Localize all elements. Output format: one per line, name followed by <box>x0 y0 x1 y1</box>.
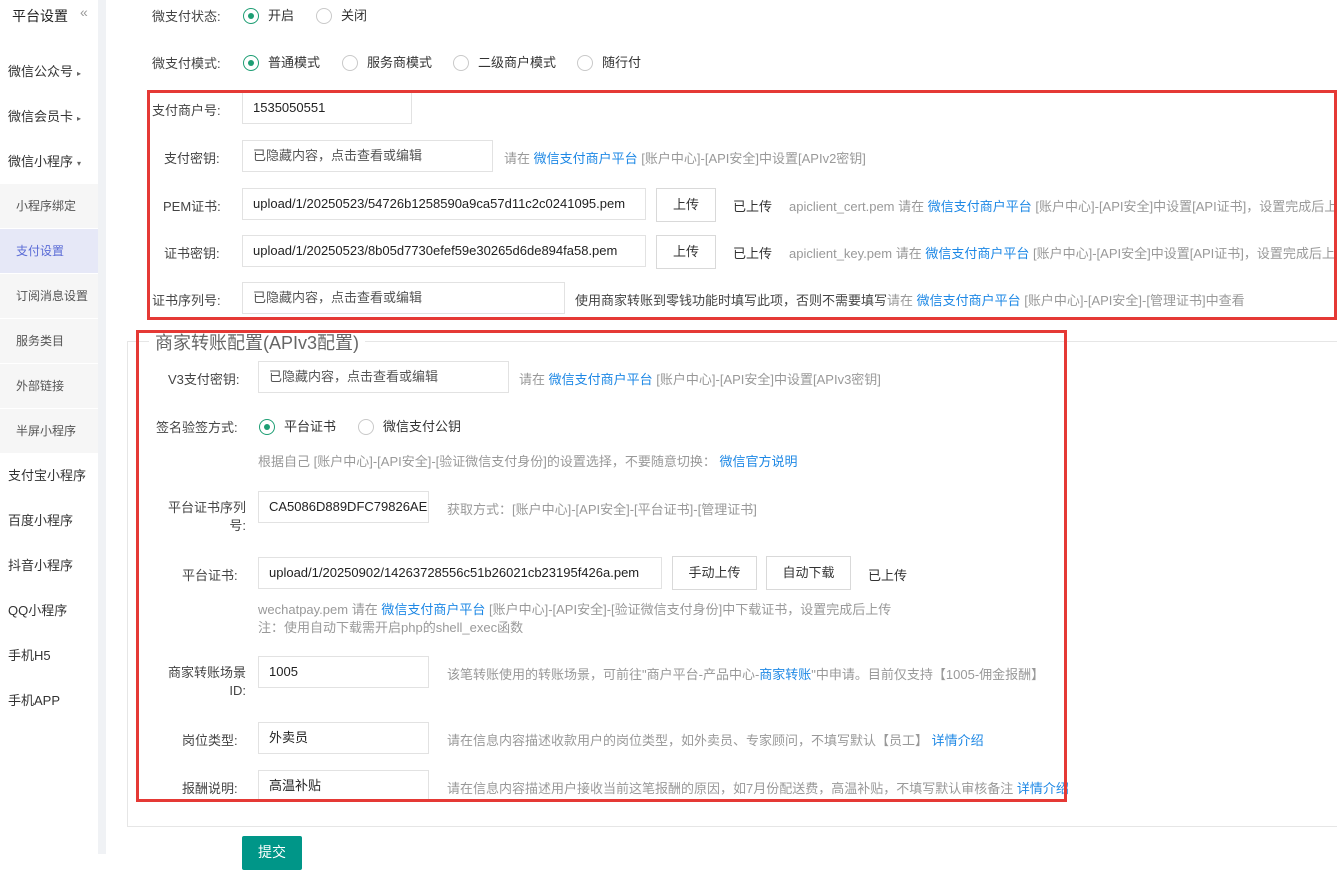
sidebar-item[interactable]: QQ小程序 <box>0 593 98 629</box>
highlight-box-apiv3 <box>136 330 1067 802</box>
radio-mode-provider[interactable]: 服务商模式 <box>342 52 432 71</box>
sidebar-item-wechat-membercard[interactable]: 微信会员卡 ▸ <box>0 99 98 135</box>
radio-mode-secondary[interactable]: 二级商户模式 <box>453 52 556 71</box>
radio-mode-normal[interactable]: 普通模式 <box>243 52 320 71</box>
pay-mode-label: 微支付模式: <box>152 56 221 71</box>
radio-mode-sxf[interactable]: 随行付 <box>577 52 641 71</box>
pay-status-label: 微支付状态: <box>152 9 221 24</box>
chevron-down-icon: ▾ <box>77 159 82 168</box>
radio-pay-status-off[interactable]: 关闭 <box>316 5 367 24</box>
chevron-right-icon: ▸ <box>77 114 82 123</box>
sidebar-item[interactable]: 支付宝小程序 <box>0 458 98 494</box>
sidebar: 平台设置 « 微信公众号 ▸ 微信会员卡 ▸ 微信小程序 ▾ 小程序绑定 支付设置 订… <box>0 0 98 854</box>
sidebar-item[interactable]: 抖音小程序 <box>0 548 98 584</box>
sidebar-title: 平台设置 <box>12 8 68 24</box>
highlight-box-apiv2 <box>147 90 1337 320</box>
sidebar-sub-item-active[interactable]: 支付设置 <box>0 229 98 273</box>
sidebar-sub-item[interactable]: 服务类目 <box>0 319 98 363</box>
chevron-right-icon: ▸ <box>77 69 82 78</box>
radio-unchecked-icon <box>316 8 332 24</box>
sidebar-item[interactable]: 手机APP <box>0 683 98 719</box>
sidebar-sub-item[interactable]: 小程序绑定 <box>0 184 98 228</box>
radio-unchecked-icon <box>577 55 593 71</box>
sidebar-item-wechat-miniprogram[interactable]: 微信小程序 ▾ <box>0 144 98 180</box>
radio-checked-icon <box>243 8 259 24</box>
radio-checked-icon <box>243 55 259 71</box>
radio-unchecked-icon <box>342 55 358 71</box>
sidebar-item[interactable]: 百度小程序 <box>0 503 98 539</box>
sidebar-sub-item[interactable]: 订阅消息设置 <box>0 274 98 318</box>
radio-unchecked-icon <box>453 55 469 71</box>
sidebar-divider <box>98 0 106 854</box>
collapse-icon[interactable]: « <box>80 4 88 20</box>
sidebar-item-wechat-official[interactable]: 微信公众号 ▸ <box>0 54 98 90</box>
submit-button[interactable]: 提交 <box>242 836 302 870</box>
sidebar-item[interactable]: 手机H5 <box>0 638 98 674</box>
sidebar-sub-item[interactable]: 外部链接 <box>0 364 98 408</box>
sidebar-sub-item[interactable]: 半屏小程序 <box>0 409 98 453</box>
radio-pay-status-on[interactable]: 开启 <box>243 5 294 24</box>
